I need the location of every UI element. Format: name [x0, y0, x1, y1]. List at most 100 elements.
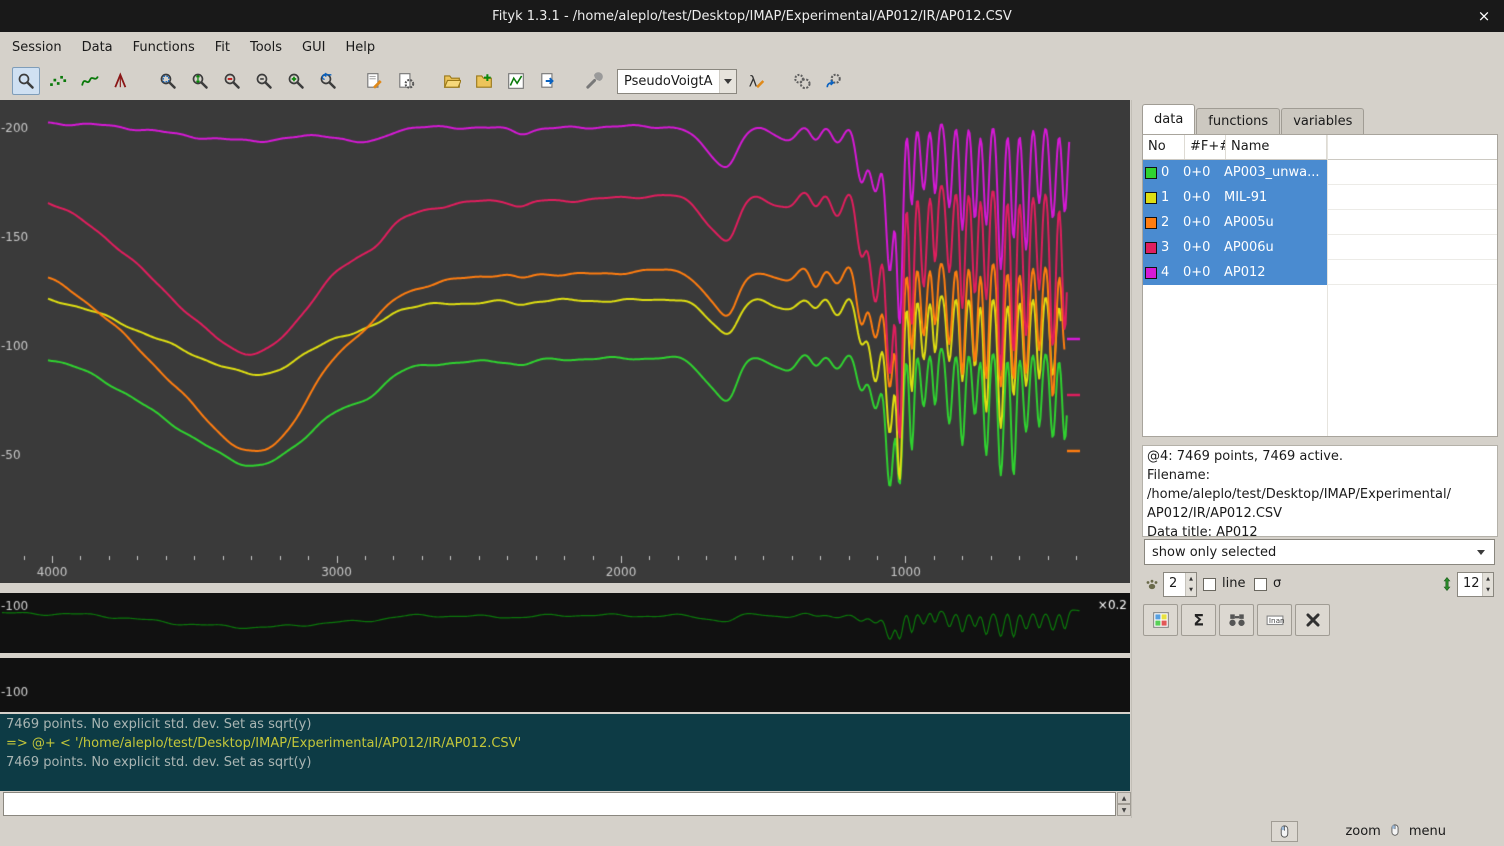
add-peak-mode-button[interactable] [108, 67, 136, 95]
sigma-checkbox-label: σ [1273, 576, 1281, 591]
mouse-config-button[interactable] [1271, 821, 1298, 842]
magnifier-icon [17, 72, 35, 90]
copy-data-button[interactable] [1143, 604, 1178, 636]
magnifier-minus-small-icon [255, 72, 273, 90]
zoom-mode-button[interactable] [12, 67, 40, 95]
aux-plot-1[interactable] [0, 593, 1130, 653]
right-button-hint: menu [1409, 824, 1446, 839]
toolbar-separator [424, 67, 438, 95]
dataset-function-count: 0+0 [1183, 265, 1224, 280]
shift-stepper[interactable]: 12 [1457, 572, 1494, 597]
tab-functions[interactable]: functions [1196, 108, 1280, 134]
zoom-out-button[interactable] [218, 67, 246, 95]
simplify-model-button[interactable] [580, 67, 608, 95]
sidebar: datafunctionsvariables No#F+#Name 00+0AP… [1131, 100, 1504, 818]
dataset-color-swatch [1145, 167, 1157, 179]
main-plot-canvas[interactable] [0, 100, 1130, 583]
stepper-down-icon[interactable] [1483, 585, 1493, 597]
magnifier-plus-icon [287, 72, 305, 90]
aux-plot-2-canvas[interactable] [0, 658, 1130, 712]
aux-plot-2[interactable] [0, 658, 1130, 712]
menu-tools[interactable]: Tools [240, 35, 292, 60]
zoom-vertical-button[interactable] [186, 67, 214, 95]
data-range-mode-button[interactable] [44, 67, 72, 95]
rename-button[interactable]: Inam [1257, 604, 1292, 636]
menu-gui[interactable]: GUI [292, 35, 335, 60]
open-data-button[interactable] [470, 67, 498, 95]
point-size-value[interactable]: 2 [1164, 573, 1185, 596]
magnifier-vertical-icon [191, 72, 209, 90]
tab-variables[interactable]: variables [1281, 108, 1364, 134]
data-row-0[interactable]: 00+0AP003_unwa... [1143, 160, 1327, 185]
scroll-up-icon[interactable] [1117, 792, 1131, 804]
stepper-up-icon[interactable] [1186, 573, 1196, 585]
curve-icon [81, 72, 99, 90]
column-header-no: No [1143, 135, 1185, 159]
point-size-icon [1144, 576, 1160, 596]
close-button[interactable]: × [1474, 6, 1494, 26]
menu-session[interactable]: Session [2, 35, 72, 60]
dataset-name: AP006u [1224, 240, 1327, 255]
export-button[interactable] [534, 67, 562, 95]
zoom-shift-button[interactable] [250, 67, 278, 95]
binoculars-icon [1228, 611, 1246, 629]
menu-functions[interactable]: Functions [123, 35, 205, 60]
menu-fit[interactable]: Fit [205, 35, 240, 60]
dataset-info-line: Filename: /home/aleplo/test/Desktop/IMAP… [1147, 466, 1493, 504]
fit-undo-button[interactable] [820, 67, 848, 95]
shift-value[interactable]: 12 [1458, 573, 1482, 596]
data-row-4[interactable]: 40+0AP012 [1143, 260, 1327, 285]
dataset-name: AP012 [1224, 265, 1327, 280]
point-size-stepper[interactable]: 2 [1163, 572, 1197, 597]
console-line: 7469 points. No explicit std. dev. Set a… [6, 753, 1124, 772]
dataset-function-count: 0+0 [1183, 190, 1224, 205]
left-button-hint: zoom [1345, 824, 1380, 839]
data-properties-button[interactable] [360, 67, 388, 95]
svg-text:Inam: Inam [1268, 616, 1283, 625]
find-button[interactable] [1219, 604, 1254, 636]
sidebar-action-buttons: Σ Inam [1143, 604, 1330, 636]
chevron-down-icon[interactable] [719, 70, 736, 93]
data-row-3[interactable]: 30+0AP006u [1143, 235, 1327, 260]
data-row-2[interactable]: 20+0AP005u [1143, 210, 1327, 235]
function-type-combo[interactable]: PseudoVoigtA [617, 69, 737, 94]
zoom-in-button[interactable] [282, 67, 310, 95]
baseline-mode-button[interactable] [76, 67, 104, 95]
toolbar-separator [774, 67, 788, 95]
dataset-info-panel: @4: 7469 points, 7469 active.Filename: /… [1142, 445, 1498, 537]
stepper-down-icon[interactable] [1186, 585, 1196, 597]
menu-data[interactable]: Data [72, 35, 123, 60]
sigma-icon: Σ [1190, 611, 1208, 629]
output-console: 7469 points. No explicit std. dev. Set a… [0, 714, 1130, 791]
command-input-row [0, 791, 1131, 818]
line-checkbox-label: line [1222, 576, 1245, 591]
function-type-value: PseudoVoigtA [618, 74, 719, 89]
scroll-down-icon[interactable] [1117, 804, 1131, 816]
sum-button[interactable]: Σ [1181, 604, 1216, 636]
wrench-icon [585, 72, 603, 90]
dataset-color-swatch [1145, 217, 1157, 229]
line-checkbox[interactable] [1203, 578, 1216, 591]
command-input[interactable] [3, 792, 1116, 816]
open-session-button[interactable] [438, 67, 466, 95]
zoom-all-button[interactable] [154, 67, 182, 95]
fit-run-button[interactable] [788, 67, 816, 95]
save-plot-button[interactable] [502, 67, 530, 95]
dataset-color-swatch [1145, 267, 1157, 279]
filter-dropdown[interactable]: show only selected [1144, 539, 1495, 565]
aux-plot-1-canvas[interactable] [0, 593, 1130, 653]
sigma-checkbox[interactable] [1254, 578, 1267, 591]
tab-data[interactable]: data [1142, 104, 1195, 134]
zoom-previous-button[interactable] [314, 67, 342, 95]
main-plot[interactable] [0, 100, 1130, 583]
stepper-up-icon[interactable] [1483, 573, 1493, 585]
data-row-1[interactable]: 10+0MIL-91 [1143, 185, 1327, 210]
toolbar-separator [140, 67, 154, 95]
dataset-table-header: No#F+#Name [1143, 135, 1497, 160]
delete-button[interactable] [1295, 604, 1330, 636]
dataset-color-swatch [1145, 242, 1157, 254]
menu-help[interactable]: Help [335, 35, 385, 60]
data-transform-button[interactable] [392, 67, 420, 95]
dataset-number: 4 [1161, 265, 1183, 280]
define-function-button[interactable]: λ [742, 67, 770, 95]
